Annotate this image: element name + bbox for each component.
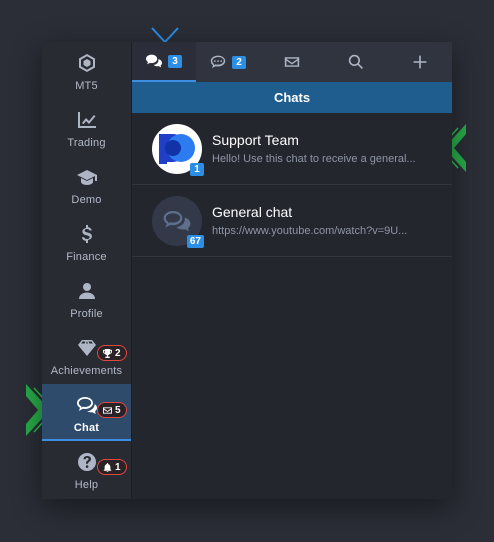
tab-chats-count: 3 (168, 54, 182, 68)
chat-item-support-team[interactable]: 1 Support Team Hello! Use this chat to r… (132, 113, 452, 185)
chat-text: General chat https://www.youtube.com/wat… (212, 204, 432, 237)
sidebar-item-label: Chat (73, 422, 100, 434)
envelope-icon (284, 57, 300, 67)
dollar-icon (76, 223, 98, 245)
avatar: 67 (152, 195, 204, 248)
achievements-badge: 2 (97, 345, 127, 361)
chat-panel: MT5 Trading Demo Finance Profile Achieve… (42, 42, 452, 499)
tab-messages-count: 2 (232, 55, 246, 69)
sidebar-item-achievements[interactable]: Achievements 2 (42, 327, 131, 384)
sidebar-item-demo[interactable]: Demo (42, 156, 131, 213)
envelope-icon (103, 406, 112, 414)
diamond-icon (76, 337, 98, 359)
chat-bubbles-icon (163, 210, 191, 231)
chat-content: 3 2 Chats 1 Support Team Hello! Use this… (132, 42, 452, 499)
sidebar-item-trading[interactable]: Trading (42, 99, 131, 156)
chat-list: 1 Support Team Hello! Use this chat to r… (132, 113, 452, 499)
chats-icon (146, 54, 162, 68)
search-icon (348, 54, 363, 69)
tab-new-chat[interactable] (388, 42, 452, 82)
bell-icon (103, 462, 112, 472)
help-badge-count: 1 (115, 461, 121, 473)
mt5-icon (76, 52, 98, 74)
tab-search[interactable] (324, 42, 388, 82)
chat-icon (76, 394, 98, 416)
sidebar-item-label: Profile (70, 308, 103, 320)
sidebar-item-label: Demo (71, 194, 102, 206)
chat-item-general-chat[interactable]: 67 General chat https://www.youtube.com/… (132, 185, 452, 257)
unread-badge: 67 (186, 234, 204, 248)
sidebar: MT5 Trading Demo Finance Profile Achieve… (42, 42, 132, 499)
chart-line-icon (76, 109, 98, 131)
sidebar-item-profile[interactable]: Profile (42, 270, 131, 327)
sidebar-item-label: Achievements (50, 365, 123, 377)
avatar: 1 (152, 123, 204, 176)
sidebar-item-label: Help (74, 479, 99, 491)
sidebar-item-mt5[interactable]: MT5 (42, 42, 131, 99)
sidebar-item-chat[interactable]: Chat 5 (42, 384, 131, 441)
trophy-icon (103, 348, 112, 358)
sidebar-item-finance[interactable]: Finance (42, 213, 131, 270)
tab-messages[interactable]: 2 (196, 42, 260, 82)
plus-icon (413, 55, 427, 69)
graduation-cap-icon (76, 166, 98, 188)
chat-badge: 5 (97, 402, 127, 418)
unread-badge: 1 (190, 162, 204, 176)
question-icon (76, 451, 98, 473)
sidebar-item-help[interactable]: Help 1 (42, 441, 131, 498)
tab-bar: 3 2 (132, 42, 452, 82)
comment-dots-icon (210, 55, 226, 68)
tab-chats[interactable]: 3 (132, 42, 196, 82)
chat-name: Support Team (212, 132, 299, 148)
chats-header: Chats (132, 82, 452, 113)
achievements-badge-count: 2 (115, 347, 121, 359)
sidebar-item-label: Finance (66, 251, 107, 263)
sidebar-item-label: Trading (67, 137, 106, 149)
user-icon (76, 280, 98, 302)
tab-mail[interactable] (260, 42, 324, 82)
sidebar-item-label: MT5 (75, 80, 98, 92)
chat-badge-count: 5 (115, 404, 121, 416)
support-logo-icon (159, 133, 195, 164)
chat-name: General chat (212, 204, 293, 220)
chat-preview: Hello! Use this chat to receive a genera… (212, 153, 416, 165)
chat-preview: https://www.youtube.com/watch?v=9U... (212, 225, 408, 237)
chat-text: Support Team Hello! Use this chat to rec… (212, 132, 432, 165)
help-badge: 1 (97, 459, 127, 475)
